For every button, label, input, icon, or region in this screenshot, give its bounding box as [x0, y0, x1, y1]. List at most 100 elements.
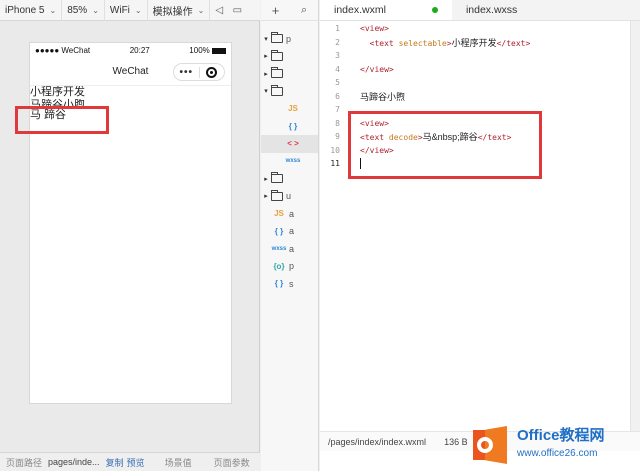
tree-item[interactable]: < >: [261, 135, 318, 153]
json-file-icon: { }: [274, 226, 284, 236]
nav-title: WeChat: [112, 66, 149, 77]
cfg-file-icon: {o}: [273, 261, 285, 271]
content-line: 小程序开发: [30, 86, 85, 98]
line-number: 6: [335, 91, 340, 101]
mute-icon[interactable]: ◁: [210, 0, 228, 21]
page-params-label: 页面参数: [213, 457, 250, 468]
chevron-right-icon: ▸: [264, 193, 268, 201]
code-line[interactable]: 4 </view>: [320, 63, 640, 77]
search-icon[interactable]: ⌕: [301, 4, 307, 17]
chevron-down-icon: ▾: [264, 35, 268, 43]
line-content: </view>: [360, 64, 394, 74]
saved-dot-icon: [431, 7, 438, 13]
highlight-box-preview: [15, 106, 109, 134]
close-capsule-button[interactable]: [200, 66, 225, 78]
tree-item[interactable]: JS a: [261, 205, 318, 223]
battery-indicator: 100%: [189, 46, 226, 55]
code-line[interactable]: 5: [320, 76, 640, 90]
line-number: 4: [335, 64, 340, 74]
tree-item[interactable]: { }: [261, 118, 318, 136]
tab-index-wxss[interactable]: index.wxss: [452, 0, 531, 20]
scene-value-label: 场景值: [164, 457, 192, 468]
tree-item[interactable]: { } s: [261, 275, 318, 293]
tree-item[interactable]: ▸: [261, 65, 318, 83]
copy-link[interactable]: 复制: [106, 456, 124, 469]
battery-percent: 100%: [189, 46, 210, 55]
line-number: 10: [330, 145, 340, 155]
code-editor[interactable]: 1 <view> 2 <text selectable>小程序开发</text> 3 4…: [320, 21, 640, 431]
simulate-select[interactable]: 模拟操作 ⌄: [148, 0, 211, 21]
tree-item[interactable]: wxss: [261, 153, 318, 171]
tree-item[interactable]: ▾ p: [261, 30, 318, 48]
json-file-icon: { }: [288, 121, 298, 131]
watermark-title: Office教程网: [517, 427, 605, 444]
line-number: 8: [335, 118, 340, 128]
chevron-down-icon: ▾: [264, 88, 268, 96]
wxss-file-icon: wxss: [285, 158, 301, 165]
chevron-down-icon: ⌄: [92, 5, 99, 15]
folder-icon: [271, 67, 283, 79]
page-path-label: 页面路径: [6, 457, 43, 468]
device-select[interactable]: iPhone 5 ⌄: [0, 0, 63, 21]
tree-item[interactable]: { } a: [261, 223, 318, 241]
network-select[interactable]: WiFi ⌄: [105, 0, 148, 21]
preview-link[interactable]: 预览: [127, 456, 145, 469]
line-number: 5: [335, 78, 340, 88]
network-label: WiFi: [109, 4, 130, 16]
line-content: <text selectable>小程序开发</text>: [369, 37, 531, 48]
editor-scrollbar[interactable]: [630, 21, 640, 431]
code-line[interactable]: 6 马蹄谷小煦: [320, 90, 640, 104]
file-path: /pages/index/index.wxml: [328, 436, 427, 447]
tree-item[interactable]: wxss a: [261, 240, 318, 258]
tree-item[interactable]: ▾: [261, 83, 318, 101]
wxml-file-icon: < >: [287, 139, 299, 149]
line-number: 11: [330, 159, 340, 169]
tree-item[interactable]: ▸: [261, 170, 318, 188]
phone-status-bar: ●●●●● WeChat 20:27 100%: [30, 43, 231, 58]
tree-item-label: a: [289, 226, 295, 237]
chevron-right-icon: ▸: [264, 175, 268, 183]
code-line[interactable]: 3: [320, 49, 640, 63]
simulator-toolbar: iPhone 5 ⌄ 85% ⌄ WiFi ⌄ 模拟操作 ⌄ ◁ ▭: [0, 0, 260, 21]
capsule-menu[interactable]: •••: [173, 63, 225, 81]
watermark-url: www.office26.com: [517, 448, 598, 459]
simulate-label: 模拟操作: [152, 6, 193, 18]
simulator-footer: 页面路径 pages/inde... 复制 预览 场景值 页面参数: [0, 452, 260, 471]
tree-item[interactable]: {o} p: [261, 258, 318, 276]
code-line[interactable]: 1 <view>: [320, 22, 640, 36]
line-number: 3: [335, 51, 340, 61]
folder-icon: [271, 84, 283, 96]
phone-nav-bar: WeChat •••: [30, 58, 231, 86]
more-icon[interactable]: •••: [174, 67, 199, 78]
code-line[interactable]: 2 <text selectable>小程序开发</text>: [320, 36, 640, 50]
tree-list: ▾ p ▸ ▸ ▾ JS{ } < > wxss ▸ ▸ u JS a{ } a wxss a {o} p{ } s: [261, 21, 318, 293]
highlight-box-code: [348, 111, 542, 179]
line-number: 9: [335, 132, 340, 142]
add-file-icon[interactable]: +: [272, 3, 280, 18]
line-number: 7: [335, 105, 340, 115]
line-content: <view>: [360, 24, 389, 34]
folder-icon: [271, 189, 283, 201]
tree-item-label: p: [286, 33, 292, 44]
tab-index-wxml[interactable]: index.wxml: [320, 0, 452, 20]
target-close-icon: [206, 66, 218, 78]
folder-icon: [271, 49, 283, 61]
tree-item[interactable]: ▸ u: [261, 188, 318, 206]
tree-item-label: a: [289, 243, 295, 254]
simulator-panel: iPhone 5 ⌄ 85% ⌄ WiFi ⌄ 模拟操作 ⌄ ◁ ▭ ●●●●● WeC…: [0, 0, 260, 471]
tree-toolbar: + ⌕: [261, 0, 318, 21]
folder-icon: [271, 32, 283, 44]
js-file-icon: JS: [288, 104, 298, 114]
zoom-select[interactable]: 85% ⌄: [62, 0, 105, 21]
tree-item[interactable]: ▸: [261, 48, 318, 66]
tree-item-label: a: [289, 208, 295, 219]
chevron-down-icon: ⌄: [49, 5, 57, 15]
file-size: 136 B: [444, 436, 468, 447]
tree-item-label: u: [286, 191, 292, 202]
line-number: 2: [335, 37, 340, 47]
tree-item-label: s: [289, 278, 294, 289]
watermark: Office教程网 www.office26.com: [473, 419, 640, 471]
detach-icon[interactable]: ▭: [228, 0, 246, 21]
watermark-text: Office教程网 www.office26.com: [517, 427, 605, 463]
tree-item[interactable]: JS: [261, 100, 318, 118]
